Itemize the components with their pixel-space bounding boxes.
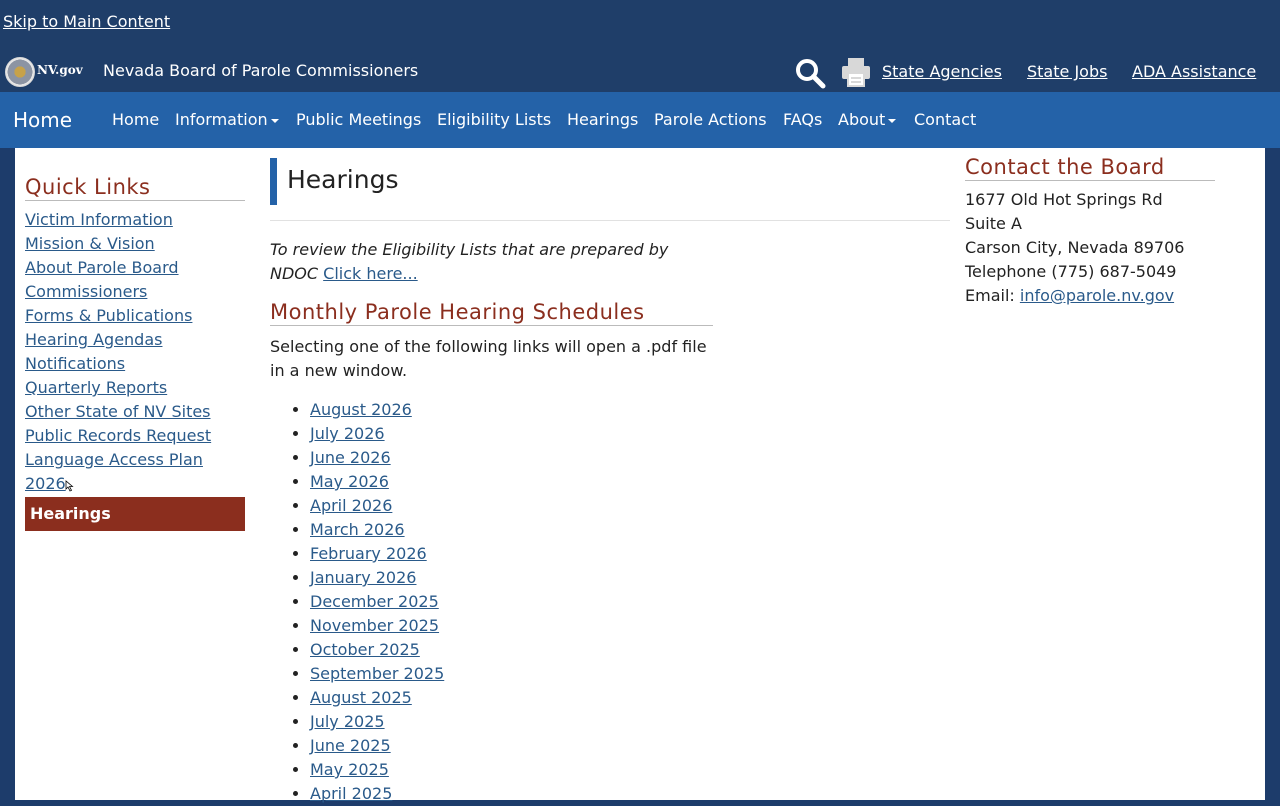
quick-link-notifications[interactable]: Notifications	[25, 352, 125, 376]
nevada-seal-icon[interactable]	[5, 57, 35, 87]
nav-item-parole-actions[interactable]: Parole Actions	[654, 110, 767, 129]
nav-item-about-label: About	[838, 110, 886, 129]
schedule-link[interactable]: January 2026	[310, 568, 416, 587]
list-item: August 2025	[310, 686, 444, 710]
divider	[270, 325, 713, 326]
search-icon[interactable]	[794, 57, 826, 89]
quick-link-about-parole-board-commissioners[interactable]: Commissioners	[25, 280, 147, 304]
schedule-link[interactable]: August 2026	[310, 400, 412, 419]
nvgov-logo[interactable]: NV.gov	[37, 63, 83, 77]
schedule-link[interactable]: June 2025	[310, 736, 391, 755]
list-item: October 2025	[310, 638, 444, 662]
list-item: January 2026	[310, 566, 444, 590]
schedule-link[interactable]: May 2026	[310, 472, 389, 491]
list-item: July 2026	[310, 422, 444, 446]
nav-item-information[interactable]: Information	[175, 110, 279, 129]
nav-item-about[interactable]: About	[838, 110, 897, 129]
list-item: April 2025	[310, 782, 444, 806]
quick-link-quarterly-reports[interactable]: Quarterly Reports	[25, 376, 167, 400]
page-title: Hearings	[287, 165, 399, 194]
schedule-link[interactable]: June 2026	[310, 448, 391, 467]
schedule-link[interactable]: March 2026	[310, 520, 405, 539]
schedule-link[interactable]: October 2025	[310, 640, 420, 659]
quick-link-language-access-plan-2026[interactable]: 2026	[25, 472, 66, 496]
schedules-heading: Monthly Parole Hearing Schedules	[270, 300, 645, 324]
title-accent-bar	[270, 158, 277, 205]
schedule-link[interactable]: September 2025	[310, 664, 444, 683]
contact-phone: Telephone (775) 687-5049	[965, 262, 1177, 281]
state-jobs-link[interactable]: State Jobs	[1027, 62, 1107, 81]
schedule-link[interactable]: May 2025	[310, 760, 389, 779]
list-item: November 2025	[310, 614, 444, 638]
contact-address-line2: Suite A	[965, 214, 1022, 233]
schedule-link[interactable]: December 2025	[310, 592, 439, 611]
nav-item-faqs[interactable]: FAQs	[783, 110, 822, 129]
contact-email-link[interactable]: info@parole.nv.gov	[1020, 286, 1174, 305]
schedule-link[interactable]: November 2025	[310, 616, 439, 635]
nav-item-eligibility-lists[interactable]: Eligibility Lists	[437, 110, 551, 129]
quick-link-about-parole-board[interactable]: About Parole Board	[25, 256, 179, 280]
quick-link-victim-information[interactable]: Victim Information	[25, 208, 173, 232]
nav-item-information-label: Information	[175, 110, 268, 129]
nav-item-public-meetings[interactable]: Public Meetings	[296, 110, 421, 129]
quick-link-public-records-request[interactable]: Public Records Request	[25, 424, 211, 448]
list-item: June 2025	[310, 734, 444, 758]
mouse-cursor-icon	[65, 480, 74, 492]
quick-link-hearings-active[interactable]: Hearings	[25, 497, 245, 531]
list-item: August 2026	[310, 398, 444, 422]
eligibility-lists-link[interactable]: Click here...	[323, 264, 418, 283]
schedule-link[interactable]: April 2025	[310, 784, 392, 803]
chevron-down-icon	[888, 118, 897, 123]
divider	[25, 200, 245, 201]
contact-email-line: Email: info@parole.nv.gov	[965, 284, 1174, 308]
navbar-brand-home[interactable]: Home	[13, 108, 72, 132]
nav-item-contact[interactable]: Contact	[914, 110, 976, 129]
site-name[interactable]: Nevada Board of Parole Commissioners	[103, 61, 418, 80]
quick-link-language-access-plan[interactable]: Language Access Plan	[25, 448, 203, 472]
divider	[270, 220, 950, 221]
chevron-down-icon	[270, 118, 279, 123]
list-item: May 2026	[310, 470, 444, 494]
contact-email-label: Email:	[965, 286, 1015, 305]
schedule-list: August 2026 July 2026 June 2026 May 2026…	[270, 398, 444, 806]
list-item: February 2026	[310, 542, 444, 566]
quick-link-mission-vision[interactable]: Mission & Vision	[25, 232, 155, 256]
schedule-link[interactable]: April 2026	[310, 496, 392, 515]
eligibility-intro: To review the Eligibility Lists that are…	[270, 238, 690, 286]
quick-link-hearing-agendas[interactable]: Hearing Agendas	[25, 328, 162, 352]
list-item: December 2025	[310, 590, 444, 614]
schedule-link[interactable]: August 2025	[310, 688, 412, 707]
list-item: July 2025	[310, 710, 444, 734]
ada-assistance-link[interactable]: ADA Assistance	[1132, 62, 1256, 81]
print-icon[interactable]	[841, 56, 871, 88]
list-item: March 2026	[310, 518, 444, 542]
list-item: May 2025	[310, 758, 444, 782]
nav-item-hearings[interactable]: Hearings	[567, 110, 638, 129]
schedule-link[interactable]: July 2025	[310, 712, 385, 731]
list-item: September 2025	[310, 662, 444, 686]
quick-link-other-state-sites[interactable]: Other State of NV Sites	[25, 400, 211, 424]
quick-links-title: Quick Links	[25, 175, 151, 199]
list-item: April 2026	[310, 494, 444, 518]
contact-heading: Contact the Board	[965, 155, 1165, 179]
contact-address-line1: 1677 Old Hot Springs Rd	[965, 190, 1163, 209]
state-agencies-link[interactable]: State Agencies	[882, 62, 1002, 81]
skip-to-main-link[interactable]: Skip to Main Content	[3, 12, 170, 31]
quick-link-forms-publications[interactable]: Forms & Publications	[25, 304, 192, 328]
schedule-link[interactable]: February 2026	[310, 544, 427, 563]
nav-item-home[interactable]: Home	[112, 110, 159, 129]
list-item: June 2026	[310, 446, 444, 470]
contact-city: Carson City, Nevada 89706	[965, 238, 1185, 257]
schedule-link[interactable]: July 2026	[310, 424, 385, 443]
divider	[965, 180, 1215, 181]
schedules-description: Selecting one of the following links wil…	[270, 337, 707, 380]
